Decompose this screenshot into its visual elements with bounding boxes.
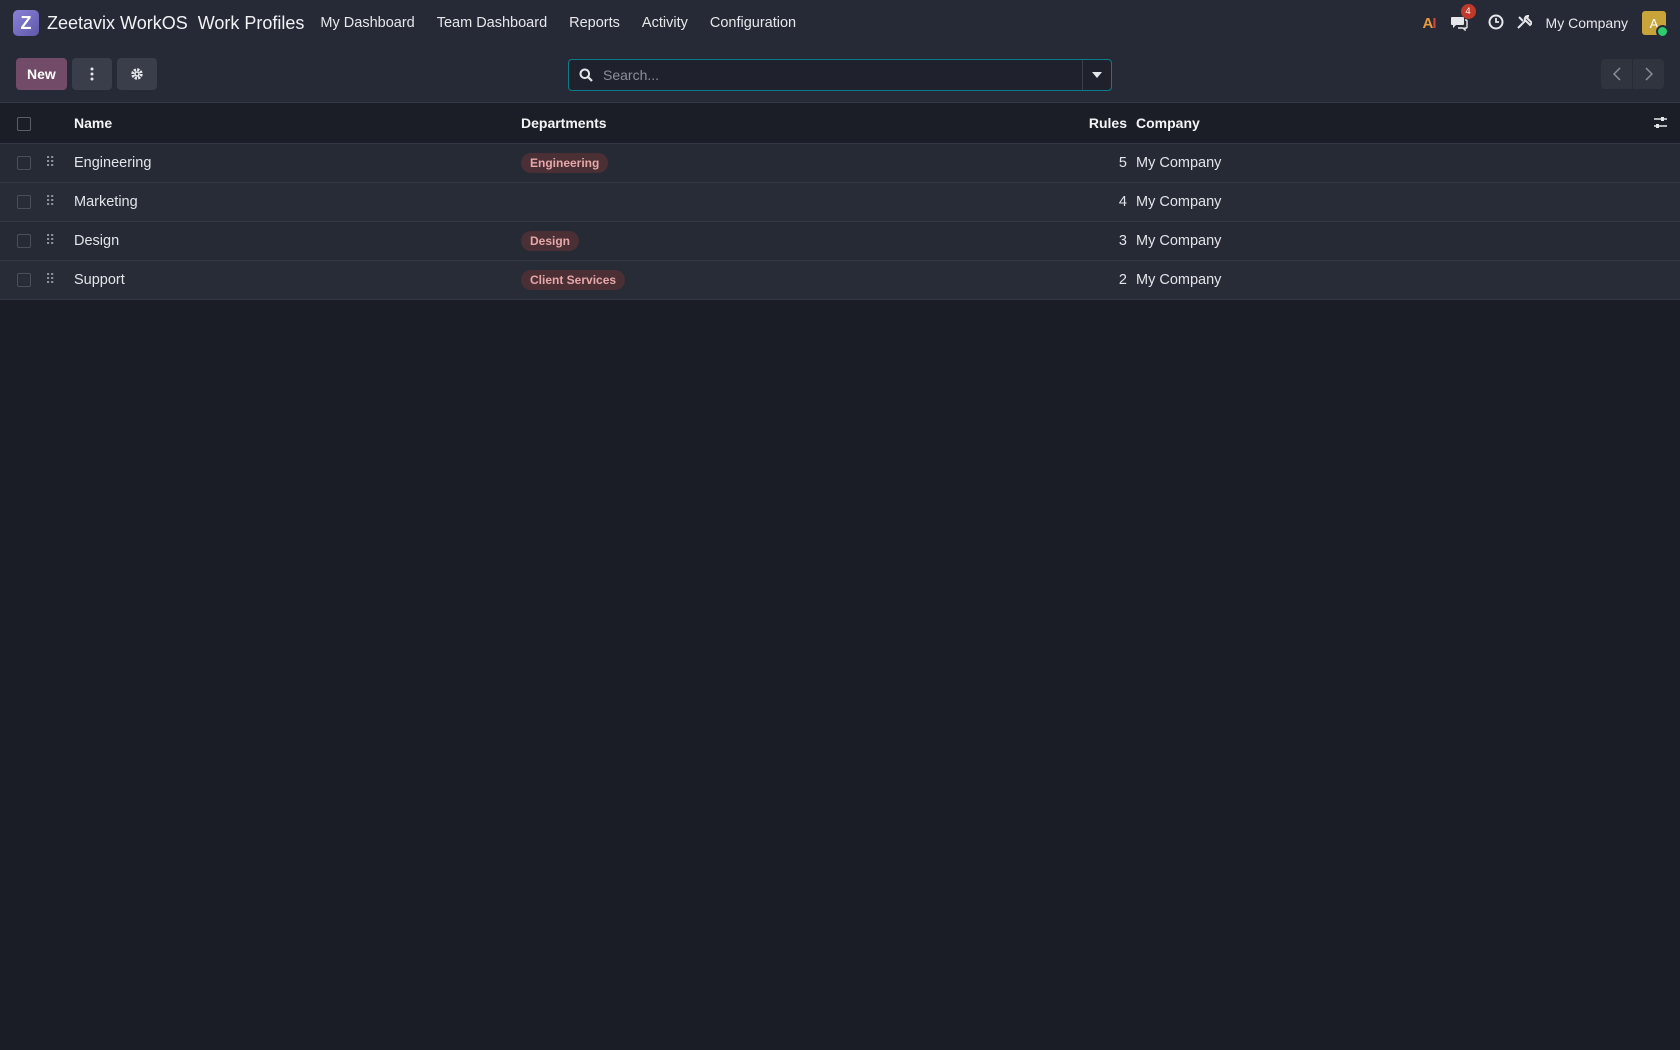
department-tag: Engineering bbox=[521, 152, 609, 173]
table-row[interactable]: ⠿ Support Client Services 2 My Company bbox=[0, 260, 1680, 299]
table-row[interactable]: ⠿ Engineering Engineering 5 My Company bbox=[0, 143, 1680, 182]
cell-rules: 2 bbox=[1118, 271, 1127, 288]
column-header-name[interactable]: Name bbox=[74, 103, 521, 143]
messages-icon[interactable]: 4 bbox=[1450, 4, 1476, 33]
menu-activity[interactable]: Activity bbox=[631, 15, 699, 31]
drag-handle-icon[interactable]: ⠿ bbox=[45, 232, 55, 249]
cell-company: My Company bbox=[1136, 232, 1222, 249]
menu-my-dashboard[interactable]: My Dashboard bbox=[309, 15, 425, 31]
table-row[interactable]: ⠿ Design Design 3 My Company bbox=[0, 221, 1680, 260]
control-panel: New bbox=[0, 46, 1680, 103]
main-menu: My Dashboard Team Dashboard Reports Acti… bbox=[309, 15, 807, 31]
column-header-company[interactable]: Company bbox=[1136, 103, 1636, 143]
chevron-right-icon bbox=[1644, 67, 1653, 81]
gear-icon bbox=[131, 68, 143, 80]
cell-departments-empty bbox=[521, 182, 971, 221]
drag-handle-icon[interactable]: ⠿ bbox=[45, 154, 55, 171]
menu-configuration[interactable]: Configuration bbox=[699, 15, 807, 31]
optional-columns-icon[interactable] bbox=[1636, 116, 1680, 129]
row-checkbox[interactable] bbox=[17, 233, 31, 248]
list-header-row: Name Departments Rules Company bbox=[0, 103, 1680, 143]
cell-company: My Company bbox=[1136, 154, 1222, 171]
cell-rules: 3 bbox=[1118, 232, 1127, 249]
ai-assistant-icon[interactable]: AI bbox=[1423, 15, 1437, 32]
module-title[interactable]: Work Profiles bbox=[198, 13, 305, 34]
online-status-icon bbox=[1656, 25, 1669, 38]
work-profiles-list: Name Departments Rules Company ⠿ Enginee… bbox=[0, 103, 1680, 300]
cell-name[interactable]: Marketing bbox=[74, 182, 521, 221]
table-row[interactable]: ⠿ Marketing 4 My Company bbox=[0, 182, 1680, 221]
chevron-left-icon bbox=[1612, 67, 1621, 81]
app-logo-icon[interactable]: Z bbox=[13, 10, 39, 36]
search-icon bbox=[579, 68, 593, 82]
debug-tools-icon[interactable] bbox=[1516, 14, 1533, 33]
column-header-rules[interactable]: Rules bbox=[971, 103, 1136, 143]
pager-next-button[interactable] bbox=[1633, 59, 1664, 89]
search-bar bbox=[568, 59, 1112, 91]
drag-handle-icon[interactable]: ⠿ bbox=[45, 193, 55, 210]
column-header-departments[interactable]: Departments bbox=[521, 103, 971, 143]
cell-name[interactable]: Support bbox=[74, 260, 521, 299]
cell-rules: 4 bbox=[1118, 193, 1127, 210]
top-navbar: Z Zeetavix WorkOS Work Profiles My Dashb… bbox=[0, 0, 1680, 46]
systray: AI 4 My Company A bbox=[1423, 4, 1669, 38]
drag-handle-icon[interactable]: ⠿ bbox=[45, 271, 55, 288]
vertical-dots-icon bbox=[90, 67, 94, 81]
department-tag: Design bbox=[521, 230, 580, 251]
cell-company: My Company bbox=[1136, 271, 1222, 288]
new-button[interactable]: New bbox=[16, 58, 67, 90]
cell-name[interactable]: Engineering bbox=[74, 143, 521, 182]
department-tag: Client Services bbox=[521, 269, 626, 290]
menu-reports[interactable]: Reports bbox=[558, 15, 631, 31]
pager bbox=[1601, 59, 1664, 89]
user-avatar[interactable]: A bbox=[1642, 11, 1669, 38]
search-options-toggle[interactable] bbox=[1082, 60, 1111, 90]
messages-count-badge: 4 bbox=[1460, 4, 1476, 19]
cell-rules: 5 bbox=[1118, 154, 1127, 171]
brand-name[interactable]: Zeetavix WorkOS bbox=[47, 13, 188, 34]
row-checkbox[interactable] bbox=[17, 272, 31, 287]
pager-previous-button[interactable] bbox=[1601, 59, 1632, 89]
row-checkbox[interactable] bbox=[17, 155, 31, 170]
activity-clock-icon[interactable] bbox=[1488, 14, 1504, 33]
company-switcher[interactable]: My Company bbox=[1546, 15, 1628, 31]
actions-menu-button[interactable] bbox=[71, 58, 112, 90]
row-checkbox[interactable] bbox=[17, 194, 31, 209]
cell-name[interactable]: Design bbox=[74, 221, 521, 260]
cell-company: My Company bbox=[1136, 193, 1222, 210]
search-input[interactable] bbox=[601, 66, 1082, 84]
select-all-checkbox[interactable] bbox=[17, 116, 31, 131]
settings-button[interactable] bbox=[116, 58, 157, 90]
menu-team-dashboard[interactable]: Team Dashboard bbox=[426, 15, 558, 31]
caret-down-icon bbox=[1092, 72, 1102, 78]
